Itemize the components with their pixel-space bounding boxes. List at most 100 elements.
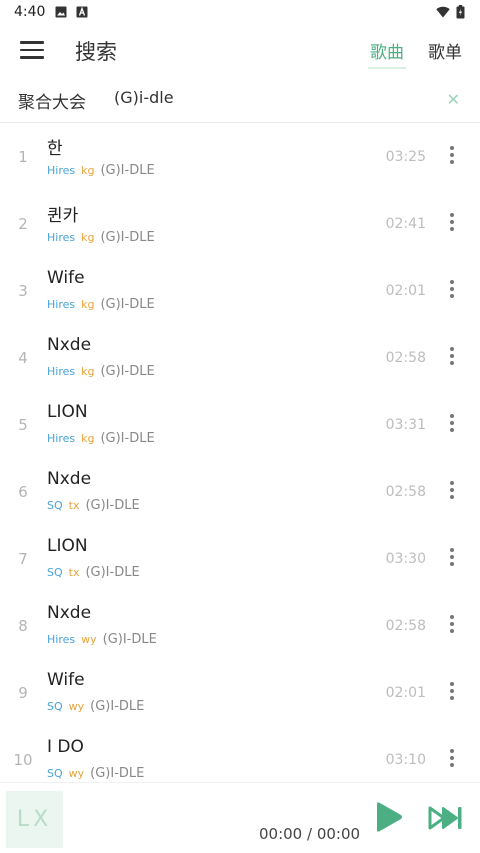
song-row[interactable]: 9 Wife SQ wy (G)I-DLE 02:01	[0, 660, 480, 727]
song-artist: (G)I-DLE	[100, 431, 155, 446]
song-duration: 02:41	[385, 216, 426, 232]
song-meta: Hires kg (G)I-DLE	[47, 364, 155, 379]
song-title: Nxde	[47, 335, 92, 355]
song-meta: Hires kg (G)I-DLE	[47, 297, 155, 312]
more-options-icon[interactable]	[448, 749, 456, 769]
source-badge: tx	[68, 566, 80, 579]
song-row[interactable]: 4 Nxde Hires kg (G)I-DLE 02:58	[0, 325, 480, 392]
tab-songs[interactable]: 歌曲	[368, 38, 406, 69]
song-row[interactable]: 7 LION SQ tx (G)I-DLE 03:30	[0, 526, 480, 593]
song-title: 한	[47, 139, 63, 159]
song-row[interactable]: 3 Wife Hires kg (G)I-DLE 02:01	[0, 258, 480, 325]
more-options-icon[interactable]	[448, 548, 456, 568]
play-icon[interactable]	[372, 801, 404, 833]
song-index: 8	[18, 617, 28, 635]
song-artist: (G)I-DLE	[102, 632, 157, 647]
song-row[interactable]: 5 LION Hires kg (G)I-DLE 03:31	[0, 392, 480, 459]
song-title: Nxde	[47, 469, 92, 489]
song-title: Wife	[47, 670, 85, 690]
song-title: Wife	[47, 268, 85, 288]
page-title: 搜索	[75, 40, 117, 64]
song-meta: SQ tx (G)I-DLE	[47, 498, 140, 513]
more-options-icon[interactable]	[448, 146, 456, 166]
song-index: 2	[18, 215, 28, 233]
search-input[interactable]: (G)i-dle	[114, 88, 174, 107]
source-badge: kg	[81, 231, 95, 244]
source-badge: kg	[81, 365, 95, 378]
song-row[interactable]: 6 Nxde SQ tx (G)I-DLE 02:58	[0, 459, 480, 526]
more-options-icon[interactable]	[448, 213, 456, 233]
more-options-icon[interactable]	[448, 280, 456, 300]
song-meta: SQ wy (G)I-DLE	[47, 766, 144, 781]
song-meta: Hires wy (G)I-DLE	[47, 632, 157, 647]
font-a-icon	[76, 6, 88, 18]
song-index: 7	[18, 550, 28, 568]
song-title: LION	[47, 536, 88, 556]
song-duration: 03:30	[385, 551, 426, 567]
song-artist: (G)I-DLE	[100, 364, 155, 379]
song-row[interactable]: 10 I DO SQ wy (G)I-DLE 03:10	[0, 727, 480, 782]
song-duration: 02:01	[385, 283, 426, 299]
song-artist: (G)I-DLE	[100, 230, 155, 245]
song-meta: Hires kg (G)I-DLE	[47, 230, 155, 245]
source-badge: kg	[81, 298, 95, 311]
song-row[interactable]: 1 한 Hires kg (G)I-DLE 03:25	[0, 124, 480, 191]
song-duration: 02:58	[385, 350, 426, 366]
song-duration: 02:58	[385, 484, 426, 500]
song-meta: Hires kg (G)I-DLE	[47, 431, 155, 446]
song-meta: SQ tx (G)I-DLE	[47, 565, 140, 580]
song-duration: 03:25	[385, 149, 426, 165]
song-index: 9	[18, 684, 28, 702]
quality-badge: Hires	[47, 164, 76, 177]
source-badge: kg	[81, 432, 95, 445]
quality-badge: Hires	[47, 298, 76, 311]
song-row[interactable]: 8 Nxde Hires wy (G)I-DLE 02:58	[0, 593, 480, 660]
quality-badge: Hires	[47, 231, 76, 244]
song-duration: 03:10	[385, 752, 426, 768]
song-duration: 03:31	[385, 417, 426, 433]
song-title: I DO	[47, 737, 84, 757]
song-index: 1	[18, 148, 28, 166]
source-badge: wy	[68, 700, 85, 713]
source-badge: wy	[68, 767, 85, 780]
status-bar: 4:40	[0, 0, 480, 26]
image-icon	[55, 6, 67, 18]
more-options-icon[interactable]	[448, 481, 456, 501]
source-select[interactable]: 聚合大会	[18, 88, 86, 113]
song-duration: 02:01	[385, 685, 426, 701]
app-header: 搜索 歌曲 歌单	[0, 26, 480, 76]
source-badge: kg	[81, 164, 95, 177]
close-icon[interactable]: ✕	[447, 90, 460, 109]
song-index: 4	[18, 349, 28, 367]
quality-badge: SQ	[47, 499, 63, 512]
more-options-icon[interactable]	[448, 347, 456, 367]
song-index: 5	[18, 416, 28, 434]
battery-icon	[456, 5, 465, 19]
album-cover[interactable]: LX	[6, 791, 63, 848]
player-bar: LX 00:00 / 00:00	[0, 782, 480, 853]
song-meta: SQ wy (G)I-DLE	[47, 699, 144, 714]
menu-icon[interactable]	[20, 41, 44, 61]
song-index: 3	[18, 282, 28, 300]
song-title: Nxde	[47, 603, 92, 623]
more-options-icon[interactable]	[448, 682, 456, 702]
quality-badge: SQ	[47, 566, 63, 579]
song-artist: (G)I-DLE	[90, 766, 145, 781]
divider	[0, 122, 480, 123]
source-badge: tx	[68, 499, 80, 512]
quality-badge: SQ	[47, 767, 63, 780]
song-index: 10	[13, 751, 33, 769]
more-options-icon[interactable]	[448, 414, 456, 434]
song-artist: (G)I-DLE	[85, 565, 140, 580]
more-options-icon[interactable]	[448, 615, 456, 635]
song-meta: Hires kg (G)I-DLE	[47, 163, 155, 178]
tab-playlists[interactable]: 歌单	[428, 38, 462, 63]
song-artist: (G)I-DLE	[85, 498, 140, 513]
status-time: 4:40	[14, 4, 46, 20]
search-bar: 聚合大会 (G)i-dle ✕	[0, 82, 480, 122]
song-list[interactable]: 1 한 Hires kg (G)I-DLE 03:25 2 퀸카 Hires kg (G)I-DLE…	[0, 124, 480, 782]
song-row[interactable]: 2 퀸카 Hires kg (G)I-DLE 02:41	[0, 191, 480, 258]
song-title: LION	[47, 402, 88, 422]
skip-next-icon[interactable]	[428, 805, 464, 831]
quality-badge: Hires	[47, 432, 76, 445]
